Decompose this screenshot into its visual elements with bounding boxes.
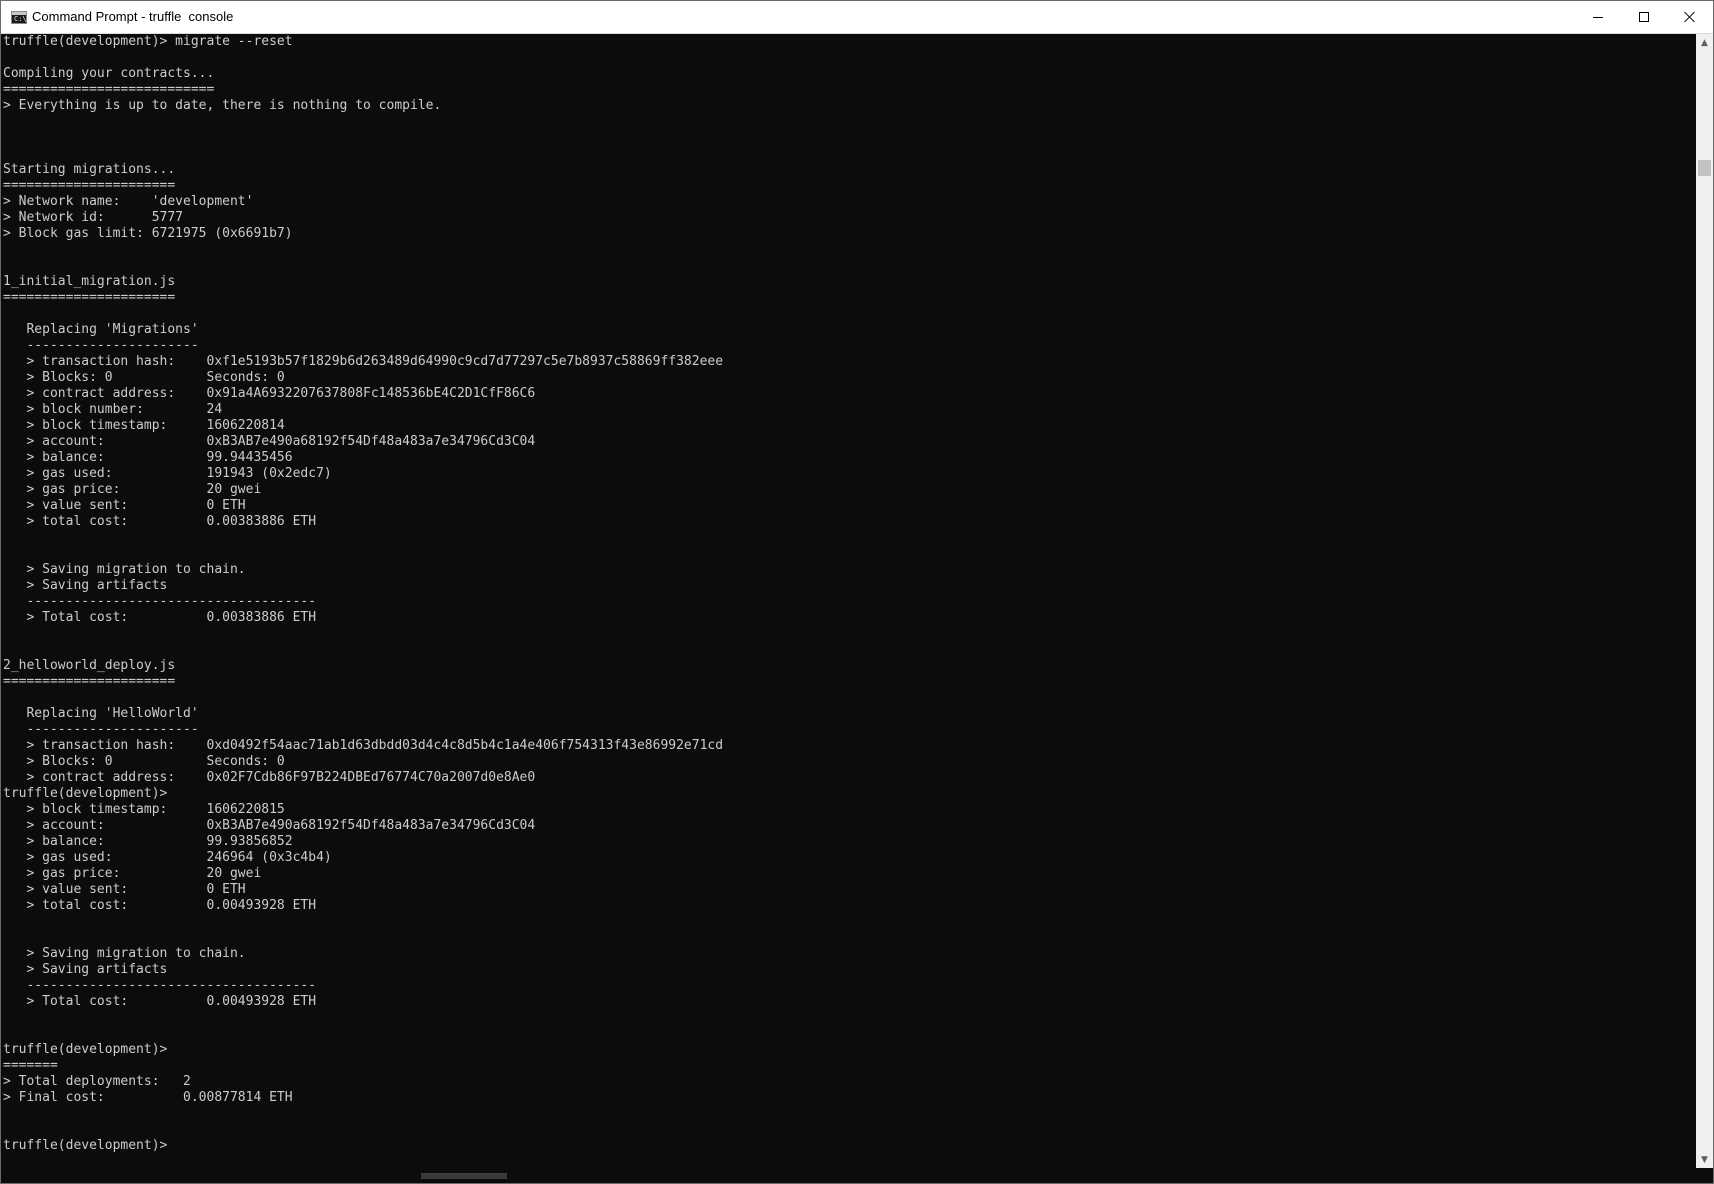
- console-line: truffle(development)>: [3, 1138, 168, 1153]
- close-icon: [1684, 11, 1696, 23]
- console-line: > Network name: 'development': [3, 194, 254, 209]
- console-line: > block number: 24: [3, 402, 223, 417]
- maximize-button[interactable]: [1621, 1, 1667, 33]
- console-line: > total cost: 0.00493928 ETH: [3, 898, 317, 913]
- console-line: > gas used: 191943 (0x2edc7): [3, 466, 332, 481]
- console-line: > transaction hash: 0xf1e5193b57f1829b6d…: [3, 354, 724, 369]
- console-line: > Blocks: 0 Seconds: 0: [3, 370, 285, 385]
- console-line: > contract address: 0x91a4A6932207637808…: [3, 386, 536, 401]
- console-line: ===========================: [3, 82, 215, 97]
- window-title: Command Prompt - truffle console: [32, 9, 234, 24]
- scroll-down-arrow-icon[interactable]: ▼: [1696, 1151, 1713, 1168]
- console-line: > gas price: 20 gwei: [3, 866, 262, 881]
- console-line: > account: 0xB3AB7e490a68192f54Df48a483a…: [3, 818, 536, 833]
- console-line: > contract address: 0x02F7Cdb86F97B224DB…: [3, 770, 536, 785]
- console-line: ======================: [3, 178, 176, 193]
- console-line: -------------------------------------: [3, 594, 317, 609]
- console-line: ----------------------: [3, 338, 199, 353]
- console-line: Replacing 'HelloWorld': [3, 706, 199, 721]
- minimize-icon: [1593, 16, 1603, 18]
- console-line: > gas price: 20 gwei: [3, 482, 262, 497]
- console-line: Compiling your contracts...: [3, 66, 215, 81]
- console-line: > block timestamp: 1606220814: [3, 418, 285, 433]
- maximize-icon: [1639, 12, 1649, 22]
- console-line: -------------------------------------: [3, 978, 317, 993]
- console-line: > Block gas limit: 6721975 (0x6691b7): [3, 226, 293, 241]
- horizontal-scrollbar[interactable]: [1, 1168, 1696, 1183]
- console-line: > Total cost: 0.00493928 ETH: [3, 994, 317, 1009]
- console-line: > Network id: 5777: [3, 210, 184, 225]
- console-line: 1_initial_migration.js: [3, 274, 176, 289]
- console-line: 2_helloworld_deploy.js: [3, 658, 176, 673]
- console-line: > Saving migration to chain.: [3, 946, 246, 961]
- console-line: truffle(development)>: [3, 786, 168, 801]
- command-prompt-icon[interactable]: C:\: [11, 11, 27, 24]
- console-text: truffle(development)> migrate --reset Co…: [3, 34, 723, 1154]
- console-line: ======================: [3, 290, 176, 305]
- console-line: Replacing 'Migrations': [3, 322, 199, 337]
- console-line: > balance: 99.93856852: [3, 834, 293, 849]
- console-line: Starting migrations...: [3, 162, 176, 177]
- console-line: truffle(development)> migrate --reset: [3, 34, 293, 49]
- console-line: > Blocks: 0 Seconds: 0: [3, 754, 285, 769]
- console-line: ----------------------: [3, 722, 199, 737]
- console-line: > Final cost: 0.00877814 ETH: [3, 1090, 293, 1105]
- scroll-up-arrow-icon[interactable]: ▲: [1696, 34, 1713, 51]
- console-line: > total cost: 0.00383886 ETH: [3, 514, 317, 529]
- console-line: truffle(development)>: [3, 1042, 168, 1057]
- horizontal-scroll-thumb[interactable]: [421, 1173, 507, 1179]
- console-line: ======================: [3, 674, 176, 689]
- command-prompt-window: C:\ Command Prompt - truffle console tru…: [0, 0, 1714, 1184]
- console-line: > Total cost: 0.00383886 ETH: [3, 610, 317, 625]
- console-line: > account: 0xB3AB7e490a68192f54Df48a483a…: [3, 434, 536, 449]
- console-line: > transaction hash: 0xd0492f54aac71ab1d6…: [3, 738, 724, 753]
- console-line: > Everything is up to date, there is not…: [3, 98, 442, 113]
- console-line: > value sent: 0 ETH: [3, 498, 246, 513]
- console-line: > Total deployments: 2: [3, 1074, 191, 1089]
- console-line: > Saving artifacts: [3, 962, 168, 977]
- title-bar[interactable]: C:\ Command Prompt - truffle console: [1, 1, 1713, 34]
- console-line: > gas used: 246964 (0x3c4b4): [3, 850, 332, 865]
- console-line: > block timestamp: 1606220815: [3, 802, 285, 817]
- console-line: =======: [3, 1058, 58, 1073]
- close-button[interactable]: [1667, 1, 1713, 33]
- console-line: > balance: 99.94435456: [3, 450, 293, 465]
- console-line: > Saving migration to chain.: [3, 562, 246, 577]
- vertical-scrollbar[interactable]: ▲ ▼: [1696, 34, 1713, 1168]
- console-line: > Saving artifacts: [3, 578, 168, 593]
- minimize-button[interactable]: [1575, 1, 1621, 33]
- console-output-area[interactable]: truffle(development)> migrate --reset Co…: [1, 34, 1696, 1181]
- console-line: > value sent: 0 ETH: [3, 882, 246, 897]
- vertical-scroll-thumb[interactable]: [1698, 160, 1711, 176]
- command-prompt-icon-glyph: C:\: [14, 15, 27, 23]
